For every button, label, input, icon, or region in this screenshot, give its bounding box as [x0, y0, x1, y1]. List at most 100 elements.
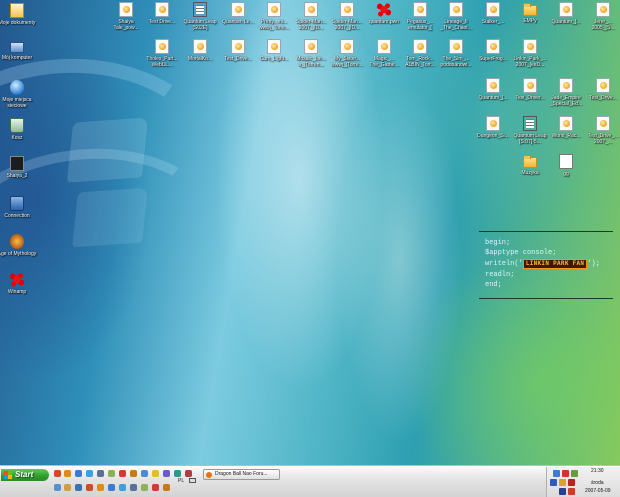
icon-label: Test Drive... [148, 19, 176, 25]
update-icon[interactable] [568, 479, 575, 486]
chat-icon[interactable] [571, 470, 578, 477]
icon-label: Moje miejsca sieciowe [2, 97, 32, 109]
console-line: begin; [485, 239, 511, 247]
shop-icon [10, 196, 24, 211]
doc-icon [449, 2, 463, 17]
flag-icon[interactable] [559, 488, 566, 495]
quick-launch-icon[interactable] [54, 470, 61, 477]
folder-icon [523, 155, 537, 168]
desktop[interactable]: Moje dokumenty Mój komputer Moje miejsca s… [0, 0, 620, 466]
desktop-icon[interactable]: Age of Mythology [0, 234, 37, 257]
desktop-icon[interactable]: Spider-Man... 2007_[ID... [327, 2, 367, 31]
volume-icon[interactable] [568, 488, 575, 495]
desktop-icon[interactable]: Stalker_... [473, 2, 513, 25]
network-icon[interactable] [553, 470, 560, 477]
quick-launch-icon[interactable] [97, 484, 104, 491]
window-title: Dragon Ball Nao Foru... [215, 471, 268, 477]
desktop-icon[interactable]: Quantum Leap [S:07]-5... [510, 116, 550, 145]
quick-launch-icon[interactable] [141, 470, 148, 477]
desktop-icon[interactable]: Lineage_II _The_Chaot... [436, 2, 476, 31]
desktop-icon[interactable]: EMPy [510, 2, 550, 24]
doc-icon [340, 2, 354, 17]
keyboard-icon[interactable] [189, 478, 196, 483]
quick-launch-icon[interactable] [75, 470, 82, 477]
desktop-icon[interactable]: Dungeon_Si... [473, 116, 513, 139]
desktop-icon[interactable]: Quantum Le... [218, 2, 258, 25]
start-button[interactable]: Start [1, 469, 49, 481]
quick-launch-icon[interactable] [152, 484, 159, 491]
quick-launch-icon[interactable] [163, 484, 170, 491]
desktop-icon[interactable]: Jade_Empire _Special_Ed... [546, 78, 586, 107]
bluetooth-icon[interactable] [550, 479, 557, 486]
desktop-icon[interactable]: Kosz [0, 118, 37, 141]
quick-launch-icon[interactable] [108, 470, 115, 477]
icon-label: Tholes_Part... WebDL... [146, 56, 178, 68]
desktop-icon[interactable]: Test_Driver... [510, 78, 550, 101]
icon-label: Test_Drive... [589, 95, 617, 101]
textdoc-icon [523, 116, 537, 131]
desktop-icon[interactable]: Tom_Rock... ALBIN_Torr... [400, 39, 440, 68]
desktop-icon[interactable]: Linkin_Park_... 2007_[eeD... [510, 39, 550, 68]
desktop-icon[interactable]: Mosaic_Lin... a_[Torren... [291, 39, 331, 68]
desktop-icon[interactable]: Magic_... The_Gathe... [364, 39, 404, 68]
quick-launch-icon[interactable] [108, 484, 115, 491]
desktop-icon[interactable]: Pegasus_... emulator_[ [400, 2, 440, 31]
doc-icon [119, 2, 133, 17]
quick-launch-icon[interactable] [75, 484, 82, 491]
quick-launch-icon[interactable] [64, 484, 71, 491]
desktop-icon[interactable]: Connection [0, 196, 37, 219]
desktop-icon[interactable]: World_Rac... [546, 116, 586, 139]
desktop-icon[interactable]: quantum.pwn [364, 2, 404, 25]
quick-launch-icon[interactable] [163, 470, 170, 477]
desktop-icon[interactable]: Quantum_[... [546, 2, 586, 25]
quick-launch-icon[interactable] [119, 484, 126, 491]
textdoc-icon [193, 2, 207, 17]
desktop-icon[interactable]: Spider-Man... 2007_[ID... [291, 2, 331, 31]
clock-date: 2007-05-09 [585, 488, 611, 494]
quick-launch-icon[interactable] [64, 470, 71, 477]
quick-launch-icon[interactable] [54, 484, 61, 491]
desktop-icon[interactable]: SuperFrog... [473, 39, 513, 62]
quick-launch-icon[interactable] [152, 470, 159, 477]
quick-launch-icon[interactable] [141, 484, 148, 491]
clock-time[interactable]: 21:30 [591, 468, 604, 474]
desktop-icon[interactable]: Shaiya_2 [0, 156, 37, 179]
quick-launch-icon[interactable] [130, 484, 137, 491]
desktop-icon[interactable]: Test_Drive... [583, 78, 620, 101]
desktop-icon[interactable]: Quantum_[... [473, 78, 513, 101]
desktop-icon[interactable]: Pretty...mi... wwwj_Torre... [254, 2, 294, 31]
desktop-icon[interactable]: gg [546, 154, 586, 177]
desktop-icon[interactable]: Mój komputer [0, 40, 37, 61]
quick-launch-icon[interactable] [97, 470, 104, 477]
desktop-icon[interactable]: Moje miejsca sieciowe [0, 80, 37, 109]
desktop-icon[interactable]: Quantum Leap [S02E] [180, 2, 220, 31]
desktop-icon[interactable]: Test_Drive_... 2007_... [583, 116, 620, 145]
quick-launch-icon[interactable] [86, 470, 93, 477]
clock-day: środa [591, 480, 604, 486]
language-indicator[interactable]: PL [178, 478, 184, 484]
desktop-icon[interactable]: My_Sister... wwwj_[Torre... [327, 39, 367, 68]
quick-launch-icon[interactable] [86, 484, 93, 491]
antivirus-icon[interactable] [562, 470, 569, 477]
desktop-icon[interactable]: Test Drive... [142, 2, 182, 25]
quick-launch-icon[interactable] [185, 470, 192, 477]
gg-messenger-icon[interactable] [559, 479, 566, 486]
icon-label: Lineage_II _The_Chaot... [440, 19, 472, 31]
quick-launch-icon[interactable] [119, 470, 126, 477]
desktop-icon[interactable]: Winamp [0, 272, 37, 295]
taskbar-window-button[interactable]: Dragon Ball Nao Foru... [203, 469, 280, 480]
doc-icon [559, 116, 573, 131]
icon-label: Tom_Rock... ALBIN_Torr... [405, 56, 435, 68]
desktop-icon[interactable]: Jerer_... 2005_[S... [583, 2, 620, 31]
desktop-icon[interactable]: Shaiya Tale_pow... [106, 2, 146, 31]
quick-launch-icon[interactable] [130, 470, 137, 477]
desktop-icon[interactable]: Cum_Light... [254, 39, 294, 62]
icon-label: EMPy [523, 18, 537, 24]
desktop-icon[interactable]: The_Sim_... podobanowi... [436, 39, 476, 68]
desktop-icon[interactable]: Muzyka [510, 154, 550, 176]
desktop-icon[interactable]: MortalKo... [180, 39, 220, 62]
quick-launch-icon[interactable] [174, 470, 181, 477]
desktop-icon[interactable]: Tholes_Part... WebDL... [142, 39, 182, 68]
desktop-icon[interactable]: Moje dokumenty [0, 3, 37, 26]
desktop-icon[interactable]: Test_Drive... [218, 39, 258, 62]
